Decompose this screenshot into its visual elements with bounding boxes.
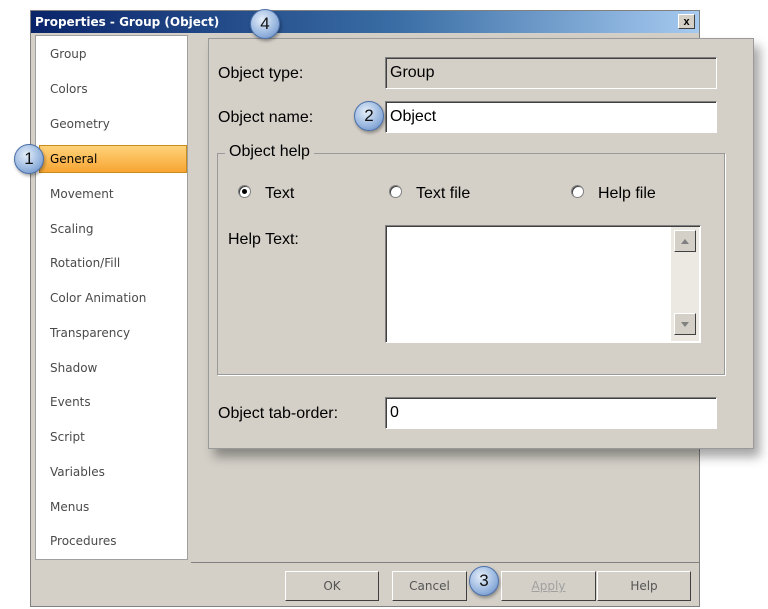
sidebar-item-color-animation[interactable]: Color Animation — [39, 284, 187, 312]
sidebar-item-events[interactable]: Events — [39, 388, 187, 416]
sidebar-item-general[interactable]: General — [39, 145, 187, 173]
sidebar-item-menus[interactable]: Menus — [39, 493, 187, 521]
tab-order-input[interactable]: 0 — [385, 397, 717, 429]
help-text-area[interactable] — [385, 225, 701, 343]
callout-badge-3: 3 — [469, 566, 499, 596]
sidebar-item-shadow[interactable]: Shadow — [39, 354, 187, 382]
callout-badge-1: 1 — [14, 144, 44, 174]
scroll-down-button[interactable] — [674, 313, 696, 335]
sidebar-item-variables[interactable]: Variables — [39, 458, 187, 486]
help-text-scrollbar[interactable] — [671, 227, 699, 341]
radio-text-file-label[interactable]: Text file — [416, 185, 470, 203]
sidebar-item-movement[interactable]: Movement — [39, 180, 187, 208]
sidebar-item-transparency[interactable]: Transparency — [39, 319, 187, 347]
object-type-label: Object type: — [218, 65, 304, 82]
sidebar-item-script[interactable]: Script — [39, 423, 187, 451]
sidebar-item-scaling[interactable]: Scaling — [39, 215, 187, 243]
object-name-label: Object name: — [218, 109, 314, 126]
object-help-legend: Object help — [225, 143, 314, 161]
sidebar-item-rotation-fill[interactable]: Rotation/Fill — [39, 249, 187, 277]
radio-selected-dot-icon — [242, 189, 247, 194]
close-icon: x — [683, 16, 690, 28]
triangle-down-icon — [681, 322, 689, 327]
property-category-list: Group Colors Geometry General Movement S… — [35, 35, 188, 560]
object-type-field: Group — [385, 57, 717, 89]
dialog-title: Properties - Group (Object) — [35, 15, 220, 29]
close-button[interactable]: x — [678, 14, 695, 29]
sidebar-item-geometry[interactable]: Geometry — [39, 110, 187, 138]
ok-button[interactable]: OK — [285, 571, 379, 601]
apply-button[interactable]: Apply — [501, 571, 596, 601]
radio-text-label[interactable]: Text — [265, 185, 294, 203]
callout-badge-4: 4 — [250, 9, 280, 39]
sidebar-item-procedures[interactable]: Procedures — [39, 527, 187, 555]
radio-text-file[interactable] — [389, 185, 402, 198]
radio-help-file[interactable] — [571, 185, 584, 198]
tab-order-label: Object tab-order: — [218, 405, 339, 422]
title-bar[interactable]: Properties - Group (Object) x — [31, 11, 699, 33]
help-button[interactable]: Help — [597, 571, 691, 601]
triangle-up-icon — [681, 239, 689, 244]
scroll-up-button[interactable] — [674, 230, 696, 252]
object-name-input[interactable]: Object — [385, 101, 717, 133]
help-text-label: Help Text: — [228, 231, 299, 248]
button-row-divider — [191, 562, 699, 563]
general-properties-panel: Object type: Group Object name: Object O… — [208, 38, 754, 449]
radio-help-file-label[interactable]: Help file — [598, 185, 656, 203]
radio-text[interactable] — [238, 185, 251, 198]
sidebar-item-colors[interactable]: Colors — [39, 75, 187, 103]
sidebar-item-group[interactable]: Group — [39, 40, 187, 68]
cancel-button[interactable]: Cancel — [392, 571, 467, 601]
callout-badge-2: 2 — [354, 101, 384, 131]
